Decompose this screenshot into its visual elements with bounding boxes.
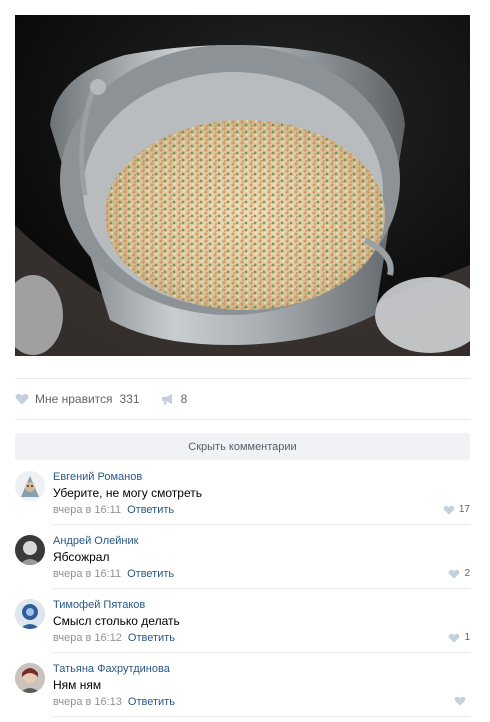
post-photo[interactable] — [15, 15, 470, 356]
reply-link[interactable]: Ответить — [128, 696, 175, 708]
comment-author[interactable]: Татьяна Фахрутдинова — [53, 663, 170, 675]
comment-text: Ябсожрал — [53, 550, 110, 564]
comment-meta: вчера в 16:11 Ответить — [53, 504, 174, 516]
comment-like-button[interactable]: 2 — [448, 568, 470, 579]
reply-link[interactable]: Ответить — [127, 568, 174, 580]
hide-comments-button[interactable]: Скрыть комментарии — [15, 433, 470, 460]
post-actions-bar: Мне нравится 331 8 — [15, 378, 470, 420]
avatar-image — [15, 599, 45, 629]
heart-icon — [449, 569, 460, 579]
comment-like-count: 1 — [464, 632, 470, 643]
comment-meta: вчера в 16:13 Ответить — [53, 696, 175, 708]
avatar[interactable] — [15, 471, 45, 501]
comment-meta: вчера в 16:11 Ответить — [53, 568, 174, 580]
like-button[interactable]: Мне нравится 331 — [15, 392, 140, 406]
comment-time[interactable]: вчера в 16:13 — [53, 696, 122, 708]
share-count: 8 — [180, 392, 188, 406]
avatar[interactable] — [15, 599, 45, 629]
comment-time[interactable]: вчера в 16:12 — [53, 632, 122, 644]
comment-like-count: 17 — [458, 504, 470, 515]
heart-icon — [449, 633, 460, 643]
avatar[interactable] — [15, 535, 45, 565]
comment-author[interactable]: Евгений Романов — [53, 471, 142, 483]
comment-text: Уберите, не могу смотреть — [53, 486, 202, 500]
comment-author[interactable]: Тимофей Пятаков — [53, 599, 145, 611]
comment-meta: вчера в 16:12 Ответить — [53, 632, 175, 644]
comment-like-button[interactable]: 17 — [443, 504, 470, 515]
comment-text: Смысл столько делать — [53, 614, 180, 628]
comment-like-button[interactable] — [454, 696, 470, 706]
heart-icon — [15, 393, 29, 405]
avatar-image — [15, 663, 45, 693]
comment-item: Тимофей Пятаков Смысл столько делать вче… — [15, 589, 470, 653]
reply-link[interactable]: Ответить — [127, 504, 174, 516]
comment-item: Евгений Романов Уберите, не могу смотрет… — [15, 461, 470, 525]
comment-like-button[interactable]: 1 — [448, 632, 470, 643]
reply-link[interactable]: Ответить — [128, 632, 175, 644]
comment-time[interactable]: вчера в 16:11 — [53, 568, 121, 580]
like-count: 331 — [119, 392, 140, 406]
like-label: Мне нравится — [35, 392, 113, 406]
comment-text: Ням ням — [53, 678, 102, 692]
comment-like-count: 2 — [464, 568, 470, 579]
comment-time[interactable]: вчера в 16:11 — [53, 504, 121, 516]
heart-icon — [454, 696, 466, 706]
avatar-image — [15, 471, 45, 501]
avatar-image — [15, 535, 45, 565]
comment-item: Андрей Олейник Ябсожрал вчера в 16:11 Отв… — [15, 525, 470, 589]
comment-item: Татьяна Фахрутдинова Ням ням вчера в 16:… — [15, 653, 470, 717]
salad-bucket-image — [15, 15, 470, 356]
avatar[interactable] — [15, 663, 45, 693]
comment-author[interactable]: Андрей Олейник — [53, 535, 138, 547]
megaphone-icon — [161, 394, 172, 405]
share-button[interactable]: 8 — [161, 392, 188, 406]
heart-icon — [443, 505, 455, 515]
divider — [53, 716, 470, 717]
